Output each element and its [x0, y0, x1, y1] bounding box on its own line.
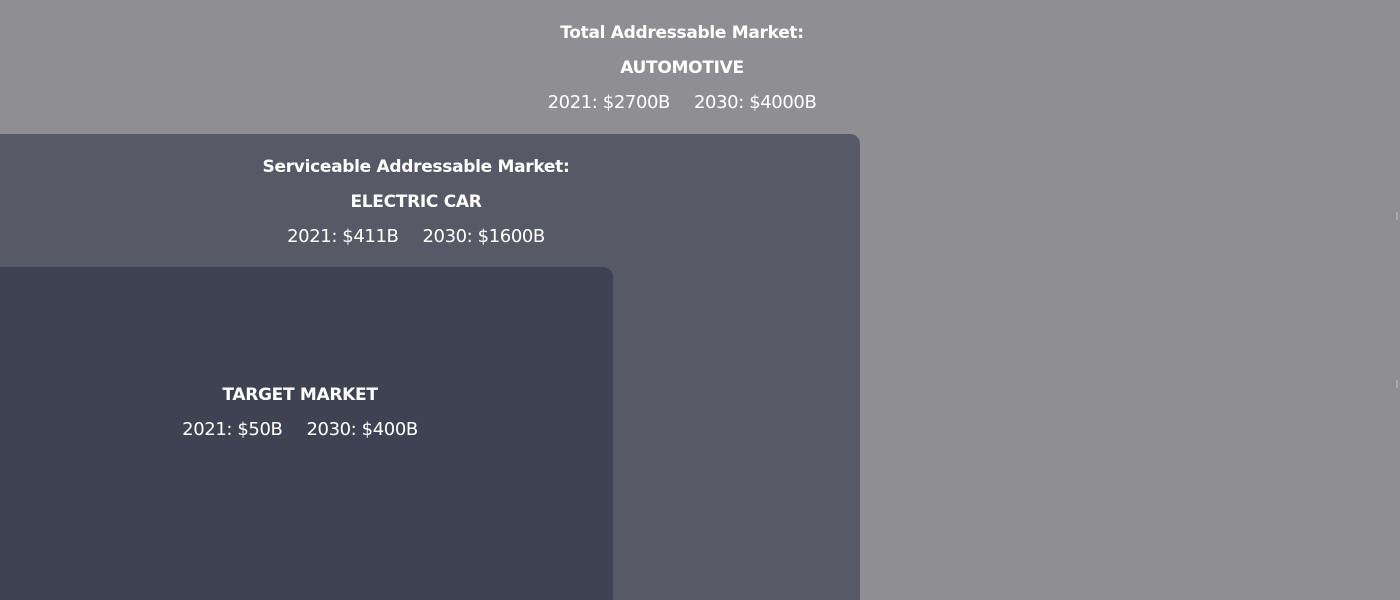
scroll-edge-mark [1396, 212, 1398, 220]
market-size-diagram: Total Addressable Market: AUTOMOTIVE 202… [0, 0, 1400, 600]
tam-title: Total Addressable Market: [560, 23, 804, 43]
tam-value-2021: 2021: $2700B [547, 92, 671, 113]
sam-value-2021: 2021: $411B [287, 226, 399, 247]
sam-title: Serviceable Addressable Market: [262, 157, 570, 177]
sam-section: Serviceable Addressable Market: ELECTRIC… [216, 154, 616, 250]
tam-section: Total Addressable Market: AUTOMOTIVE 202… [482, 20, 882, 116]
sam-box: Serviceable Addressable Market: ELECTRIC… [0, 134, 860, 600]
target-value-2021: 2021: $50B [182, 419, 283, 440]
target-value-2030: 2030: $400B [306, 419, 418, 440]
target-segment: TARGET MARKET [222, 385, 378, 405]
target-values: 2021: $50B 2030: $400B [100, 417, 500, 443]
sam-values: 2021: $411B 2030: $1600B [216, 224, 616, 250]
target-market-box: TARGET MARKET 2021: $50B 2030: $400B [0, 267, 613, 600]
target-section: TARGET MARKET 2021: $50B 2030: $400B [100, 382, 500, 443]
tam-value-2030: 2030: $4000B [694, 92, 817, 113]
scroll-edge-mark [1396, 380, 1398, 388]
sam-segment: ELECTRIC CAR [350, 192, 482, 212]
tam-values: 2021: $2700B 2030: $4000B [482, 90, 882, 116]
tam-segment: AUTOMOTIVE [620, 58, 744, 78]
sam-value-2030: 2030: $1600B [422, 226, 545, 247]
